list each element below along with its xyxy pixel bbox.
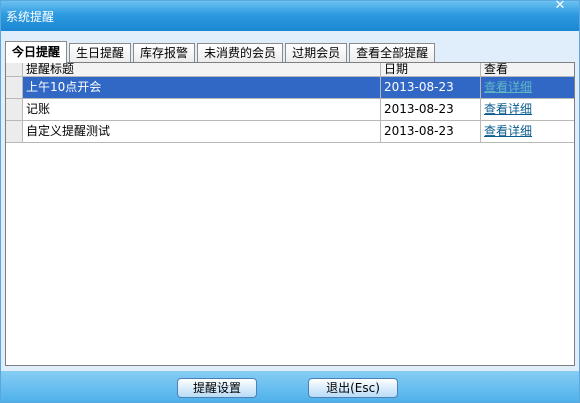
reminder-date[interactable]: 2013-08-23 [381, 121, 481, 143]
grid-header-row: 提醒标题 日期 查看 [6, 63, 574, 77]
reminder-grid-panel: 提醒标题 日期 查看 上午10点开会 2013-08-23 查看详细 记账 20… [5, 62, 575, 366]
reminder-date[interactable]: 2013-08-23 [381, 99, 481, 121]
close-icon[interactable]: ✕ [545, 0, 575, 14]
table-row[interactable]: 自定义提醒测试 2013-08-23 查看详细 [6, 121, 574, 143]
view-details-link[interactable]: 查看详细 [484, 80, 532, 94]
window-title: 系统提醒 [6, 10, 55, 24]
system-reminder-window: 系统提醒 ✕ 今日提醒 生日提醒 库存报警 未消费的会员 过期会员 查看全部提醒… [0, 0, 580, 403]
header-view[interactable]: 查看 [481, 63, 574, 77]
reminder-title[interactable]: 自定义提醒测试 [23, 121, 381, 143]
tab-bar: 今日提醒 生日提醒 库存报警 未消费的会员 过期会员 查看全部提醒 [5, 41, 437, 63]
tab-birthday-reminders[interactable]: 生日提醒 [69, 43, 132, 62]
view-details-cell: 查看详细 [481, 121, 574, 143]
tab-expired-members[interactable]: 过期会员 [285, 43, 348, 62]
view-details-cell: 查看详细 [481, 99, 574, 121]
title-bar: 系统提醒 ✕ [1, 0, 579, 31]
footer-bar: 提醒设置 退出(Esc) [1, 371, 579, 402]
exit-button[interactable]: 退出(Esc) [308, 378, 398, 398]
header-title[interactable]: 提醒标题 [23, 63, 381, 77]
reminder-settings-button[interactable]: 提醒设置 [177, 378, 257, 398]
reminder-title[interactable]: 上午10点开会 [23, 77, 381, 99]
tab-all-reminders[interactable]: 查看全部提醒 [349, 43, 436, 62]
view-details-cell: 查看详细 [481, 77, 574, 99]
row-selector[interactable] [6, 77, 23, 99]
tab-today-reminders[interactable]: 今日提醒 [5, 41, 68, 63]
table-row[interactable]: 记账 2013-08-23 查看详细 [6, 99, 574, 121]
reminder-grid: 提醒标题 日期 查看 上午10点开会 2013-08-23 查看详细 记账 20… [6, 63, 574, 143]
view-details-link[interactable]: 查看详细 [484, 124, 532, 138]
reminder-title[interactable]: 记账 [23, 99, 381, 121]
view-details-link[interactable]: 查看详细 [484, 102, 532, 116]
table-row[interactable]: 上午10点开会 2013-08-23 查看详细 [6, 77, 574, 99]
content-area: 今日提醒 生日提醒 库存报警 未消费的会员 过期会员 查看全部提醒 提醒标题 日… [1, 31, 579, 371]
row-selector[interactable] [6, 99, 23, 121]
header-date[interactable]: 日期 [381, 63, 481, 77]
tab-stock-alerts[interactable]: 库存报警 [133, 43, 196, 62]
tab-inactive-members[interactable]: 未消费的会员 [197, 43, 284, 62]
reminder-date[interactable]: 2013-08-23 [381, 77, 481, 99]
row-selector[interactable] [6, 121, 23, 143]
header-row-selector [6, 63, 23, 77]
